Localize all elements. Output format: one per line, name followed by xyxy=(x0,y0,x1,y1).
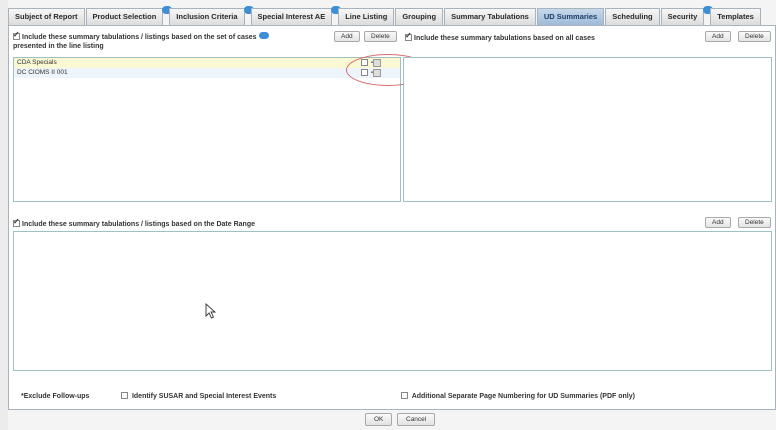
ok-button[interactable]: OK xyxy=(365,413,393,426)
tab-grouping[interactable]: Grouping xyxy=(395,8,444,25)
tab-label: Grouping xyxy=(402,12,437,21)
tab-label: Summary Tabulations xyxy=(451,12,529,21)
all-cases-section-header: Include these summary tabulations based … xyxy=(405,31,705,43)
list-item[interactable]: DC CIOMS II 001 ▪ xyxy=(14,68,400,78)
page-numbering-option[interactable]: Additional Separate Page Numbering for U… xyxy=(401,392,635,401)
tab-label: Line Listing xyxy=(345,12,388,21)
tab-bar: Subject of Report Product Selection Incl… xyxy=(8,6,762,25)
section-label: Include these summary tabulations / list… xyxy=(22,34,257,41)
tab-subject-of-report[interactable]: Subject of Report xyxy=(8,8,85,25)
info-icon xyxy=(258,32,269,39)
identify-susar-checkbox[interactable] xyxy=(121,392,128,399)
tab-line-listing[interactable]: Line Listing xyxy=(338,8,395,25)
tab-label: Subject of Report xyxy=(15,12,78,21)
tab-security[interactable]: Security xyxy=(660,6,714,25)
section-label: Include these summary tabulations based … xyxy=(414,35,595,42)
tab-label: Templates xyxy=(717,12,754,21)
include-date-range-checkbox[interactable] xyxy=(13,217,20,227)
page-numbering-checkbox[interactable] xyxy=(401,392,408,399)
cancel-button[interactable]: Cancel xyxy=(397,413,436,426)
list-item[interactable]: CDA Specials ▪ xyxy=(14,58,400,68)
all-cases-summaries-list xyxy=(403,57,772,202)
tab-label: UD Summaries xyxy=(543,12,598,21)
tab-templates[interactable]: Templates xyxy=(710,8,761,25)
line-listing-section-header: Include these summary tabulations / list… xyxy=(13,30,333,51)
tab-summary-tabulations[interactable]: Summary Tabulations xyxy=(444,8,536,25)
report-configuration-window: Subject of Report Product Selection Incl… xyxy=(8,0,776,430)
list-item-label: DC CIOMS II 001 xyxy=(17,69,68,76)
tab-product-selection[interactable]: Product Selection xyxy=(85,6,173,25)
delete-button[interactable]: Delete xyxy=(364,31,397,42)
tab-label: Scheduling xyxy=(612,12,653,21)
tab-inclusion-criteria[interactable]: Inclusion Criteria xyxy=(169,6,254,25)
ud-summaries-panel: Include these summary tabulations / list… xyxy=(8,25,776,410)
exclude-follow-ups-label: *Exclude Follow-ups xyxy=(21,393,90,400)
include-line-listing-checkbox[interactable] xyxy=(13,30,20,40)
identify-susar-label: Identify SUSAR and Special Interest Even… xyxy=(131,393,277,400)
add-button[interactable]: Add xyxy=(705,217,731,228)
delete-button[interactable]: Delete xyxy=(738,217,771,228)
tab-label: Inclusion Criteria xyxy=(176,12,238,21)
add-button[interactable]: Add xyxy=(334,31,360,42)
identify-susar-option[interactable]: Identify SUSAR and Special Interest Even… xyxy=(121,392,276,401)
mouse-pointer-icon xyxy=(205,303,217,319)
tab-label: Special Interest AE xyxy=(257,12,326,21)
date-range-section-header: Include these summary tabulations / list… xyxy=(13,217,413,229)
tab-scheduling[interactable]: Scheduling xyxy=(605,8,660,25)
delete-button[interactable]: Delete xyxy=(738,31,771,42)
date-range-summaries-list xyxy=(13,231,772,371)
line-listing-summaries-list: CDA Specials ▪ DC CIOMS II 001 ▪ xyxy=(13,57,401,202)
page-numbering-label: Additional Separate Page Numbering for U… xyxy=(411,393,635,400)
tab-label: Product Selection xyxy=(92,12,157,21)
list-item-label: CDA Specials xyxy=(17,59,57,66)
include-all-cases-checkbox[interactable] xyxy=(405,31,412,41)
tab-label: Security xyxy=(667,12,698,21)
add-button[interactable]: Add xyxy=(705,31,731,42)
section-label-line2: presented in the line listing xyxy=(13,43,104,50)
tab-special-interest-ae[interactable]: Special Interest AE xyxy=(250,6,342,25)
section-label: Include these summary tabulations / list… xyxy=(22,221,255,228)
tab-ud-summaries[interactable]: UD Summaries xyxy=(536,8,605,25)
